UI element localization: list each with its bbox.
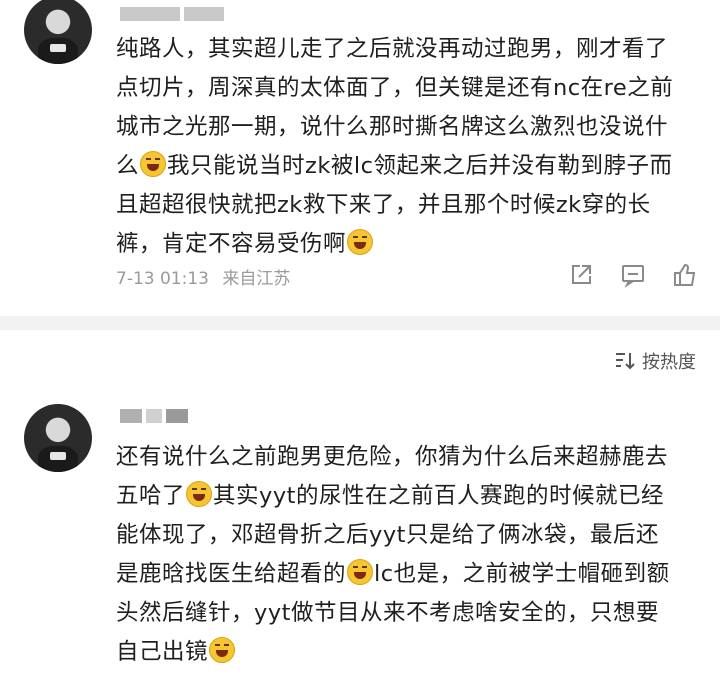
laughing-crying-emoji	[209, 637, 236, 663]
comment-icon[interactable]	[620, 262, 646, 288]
sort-icon	[616, 353, 635, 370]
thumbs-up-icon[interactable]	[672, 262, 698, 288]
laughing-crying-emoji	[186, 481, 213, 507]
comment-meta: 7-13 01:13 来自江苏	[116, 264, 290, 289]
comment-divider	[0, 316, 720, 330]
comment-actions	[568, 262, 698, 288]
laughing-crying-emoji	[347, 229, 374, 255]
sort-label: 按热度	[642, 352, 696, 373]
sort-control[interactable]: 按热度	[614, 348, 696, 374]
comment-time: 7-13 01:13	[116, 269, 209, 289]
avatar[interactable]	[24, 404, 92, 472]
share-icon[interactable]	[568, 262, 594, 288]
username-redacted[interactable]	[120, 6, 228, 24]
avatar[interactable]	[24, 0, 92, 64]
username-redacted[interactable]	[120, 408, 192, 426]
laughing-crying-emoji	[347, 559, 374, 585]
comment-text: 还有说什么之前跑男更危险，你猜为什么后来超赫鹿去五哈了 其实yyt的尿性在之前百人…	[116, 444, 670, 665]
comment-text: 纯路人，其实超儿走了之后就没再动过跑男，刚才看了点切片，周深真的太体面了，但关键…	[116, 36, 674, 257]
comment-location: 来自江苏	[222, 269, 291, 289]
laughing-crying-emoji	[140, 151, 167, 177]
